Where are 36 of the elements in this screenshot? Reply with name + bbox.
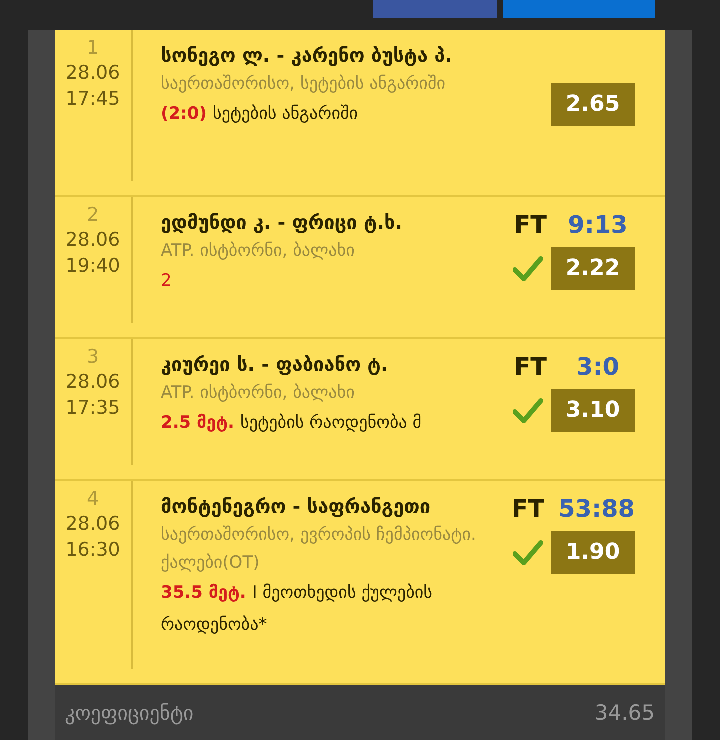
match-title: მონტენეგრო - საფრანგეთი [161, 495, 432, 520]
total-odds-value: 34.65 [594, 700, 655, 724]
match-status: FT [512, 495, 545, 523]
bet-time: 16:30 [66, 538, 120, 563]
bet-date: 28.06 [66, 370, 120, 395]
bet-pick: 2 [161, 270, 173, 293]
total-odds-label: კოეფიციენტი [65, 700, 194, 724]
bet-pick: 2.5 მეტ. სეტების რაოდენობა მ [161, 412, 423, 435]
match-title: ედმუნდი კ. - ფრიცი ტ.ხ. [161, 211, 404, 236]
bet-date: 28.06 [66, 512, 120, 537]
bet-index: 2 [86, 203, 100, 227]
league-name: ATP. ისტბორნი, ბალახი [161, 240, 356, 263]
bet-date: 28.06 [66, 61, 120, 86]
bet-time: 19:40 [66, 254, 120, 279]
match-title: კიურეი ს. - ფაბიანო ტ. [161, 353, 390, 378]
odds-value: 1.90 [551, 531, 635, 574]
bet-time: 17:45 [66, 87, 120, 112]
bet-pick: 35.5 მეტ. I მეოთხედის ქულების რაოდენობა* [161, 582, 434, 637]
league-name: საერთაშორისო, სეტების ანგარიში [161, 73, 447, 96]
odds-value: 3.10 [551, 389, 635, 432]
bet-index: 4 [86, 487, 100, 511]
match-title: სონეგო ლ. - კარენო ბუსტა პ. [161, 44, 454, 69]
match-score: 3:0 [576, 353, 620, 381]
match-score: 9:13 [567, 211, 629, 239]
league-name: ATP. ისტბორნი, ბალახი [161, 382, 356, 405]
bet-index: 3 [86, 345, 100, 369]
bet-index: 1 [86, 36, 100, 60]
bet-pick: (2:0) სეტების ანგარიში [161, 103, 360, 126]
odds-value: 2.65 [551, 83, 635, 126]
match-status: FT [514, 211, 547, 239]
odds-value: 2.22 [551, 247, 635, 290]
bet-date: 28.06 [66, 228, 120, 253]
league-name: საერთაშორისო, ევროპის ჩემპიონატი. ქალები(OT) [161, 524, 478, 575]
match-score: 53:88 [558, 495, 635, 523]
match-status: FT [514, 353, 547, 381]
bet-time: 17:35 [66, 396, 120, 421]
